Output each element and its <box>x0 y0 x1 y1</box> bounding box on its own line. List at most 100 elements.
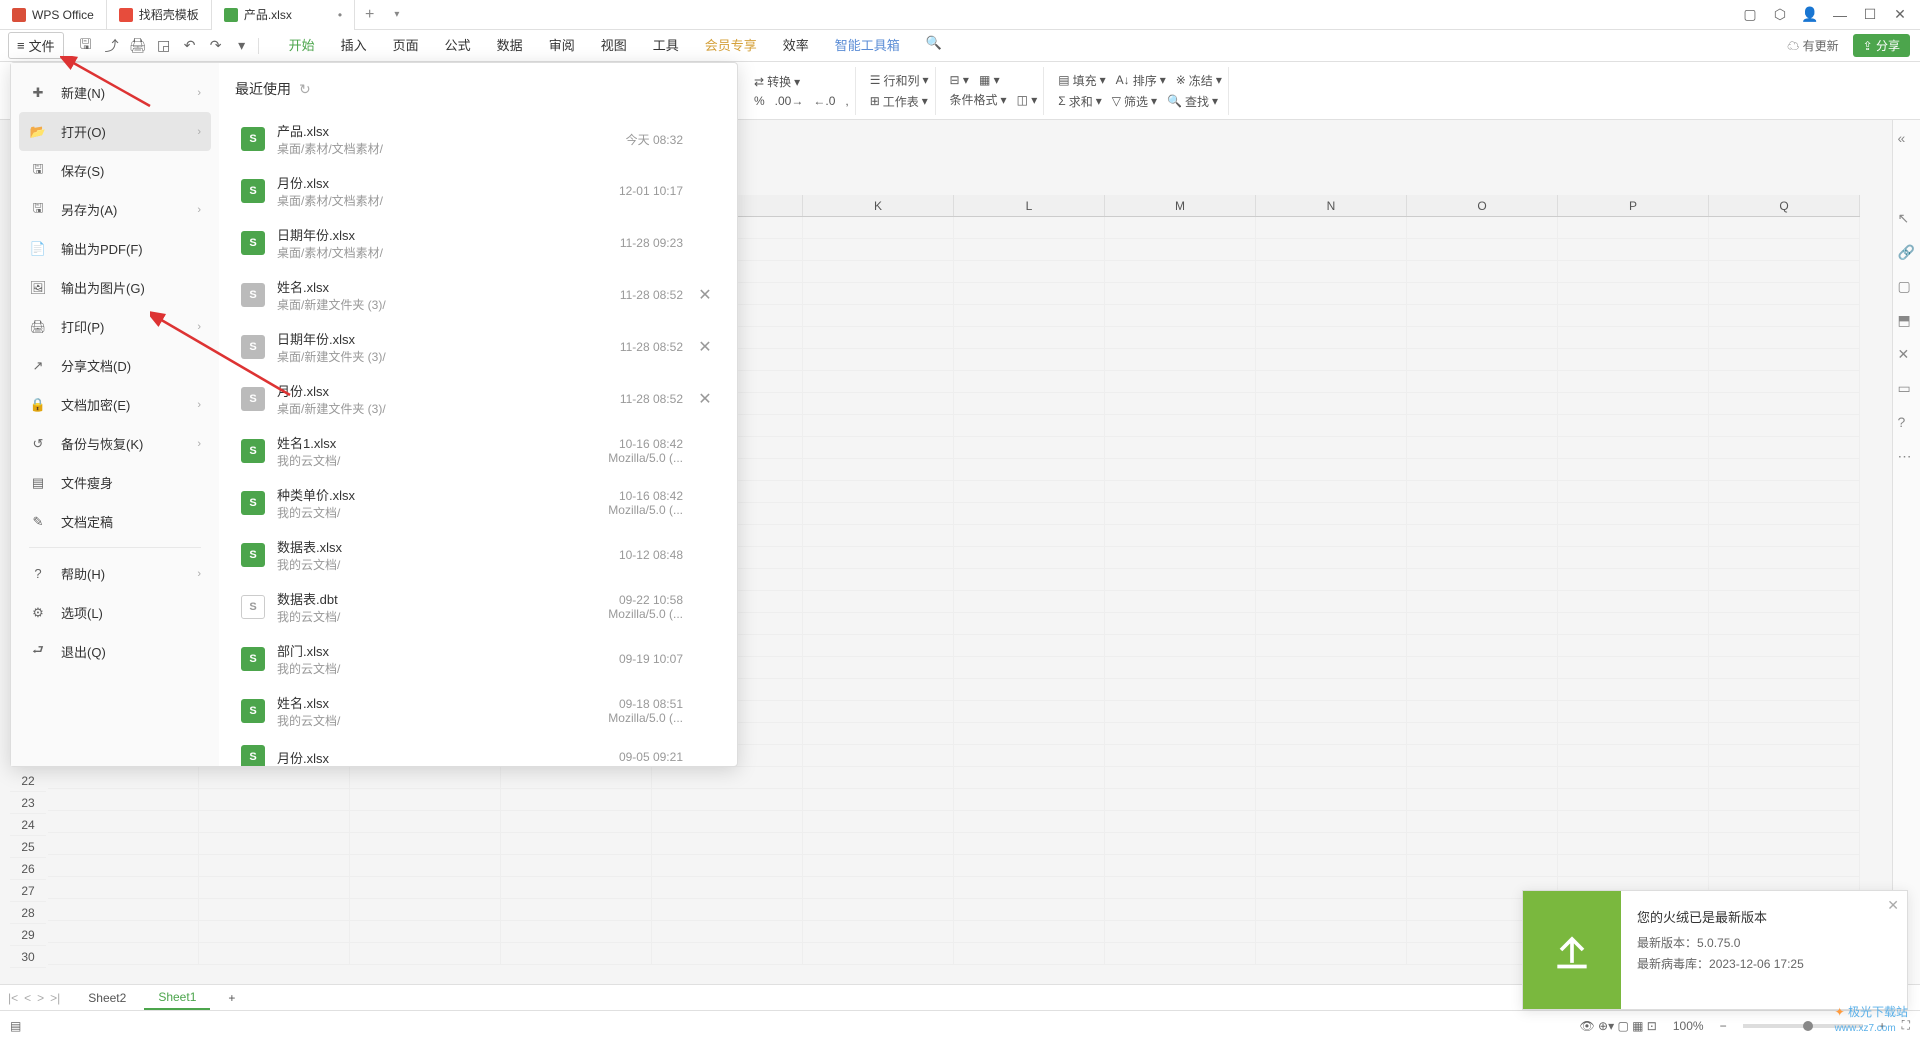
sheet-nav-last[interactable]: >| <box>50 991 60 1005</box>
file-menu-pdf[interactable]: 📄输出为PDF(F) <box>11 229 219 268</box>
add-sheet-button[interactable]: + <box>214 987 249 1009</box>
style-icon[interactable]: ⬒ <box>1898 312 1916 330</box>
cube-icon[interactable]: ⬡ <box>1766 3 1794 27</box>
recent-file-item[interactable]: S 种类单价.xlsx我的云文档/ 10-16 08:42Mozilla/5.0… <box>235 477 721 529</box>
recent-file-item[interactable]: S 产品.xlsx桌面/素材/文档素材/ 今天 08:32 <box>235 113 721 165</box>
col-header[interactable]: K <box>803 195 954 216</box>
tab-data[interactable]: 数据 <box>485 29 535 62</box>
recent-file-item[interactable]: S 月份.xlsx桌面/素材/文档素材/ 12-01 10:17 <box>235 165 721 217</box>
more-icon[interactable]: ⋯ <box>1898 448 1916 466</box>
row-header[interactable]: 28 <box>10 902 46 924</box>
col-header[interactable]: M <box>1105 195 1256 216</box>
tab-view[interactable]: 视图 <box>589 29 639 62</box>
add-tab-button[interactable]: + <box>355 6 384 24</box>
bookmark-icon[interactable]: ▭ <box>1898 380 1916 398</box>
convert-button[interactable]: ⇄ 转换 ▾ <box>754 73 800 90</box>
recent-file-item[interactable]: S 月份.xlsx桌面/新建文件夹 (3)/ 11-28 08:52 ✕ <box>235 373 721 425</box>
tab-member[interactable]: 会员专享 <box>693 29 769 62</box>
recent-file-item[interactable]: S 日期年份.xlsx桌面/素材/文档素材/ 11-28 09:23 <box>235 217 721 269</box>
file-menu-final[interactable]: ✎文档定稿 <box>11 502 219 541</box>
zoom-value[interactable]: 100% <box>1673 1019 1704 1033</box>
row-header[interactable]: 22 <box>10 770 46 792</box>
dec-decimal-button[interactable]: ←.0 <box>813 94 835 108</box>
link-icon[interactable]: 🔗 <box>1898 244 1916 262</box>
toast-close-button[interactable]: ✕ <box>1887 897 1899 914</box>
close-window-button[interactable]: ✕ <box>1886 3 1914 27</box>
share-button[interactable]: ⇪ 分享 <box>1853 34 1910 57</box>
recent-file-item[interactable]: S 日期年份.xlsx桌面/新建文件夹 (3)/ 11-28 08:52 ✕ <box>235 321 721 373</box>
file-menu-plus[interactable]: ✚新建(N)› <box>11 73 219 112</box>
file-menu-button[interactable]: ≡文件 <box>8 32 64 59</box>
tab-tools[interactable]: 工具 <box>641 29 691 62</box>
expand-icon[interactable]: « <box>1898 130 1916 148</box>
refresh-icon[interactable]: ↻ <box>299 81 311 98</box>
help-sidebar-icon[interactable]: ? <box>1898 414 1916 432</box>
row-header[interactable]: 23 <box>10 792 46 814</box>
appwin-icon[interactable]: ▢ <box>1736 3 1764 27</box>
tab-dropdown-icon[interactable]: ▾ <box>384 9 409 20</box>
redo-icon[interactable]: ↷ <box>208 38 224 54</box>
row-header[interactable]: 25 <box>10 836 46 858</box>
file-menu-backup[interactable]: ↺备份与恢复(K)› <box>11 424 219 463</box>
tab-formula[interactable]: 公式 <box>433 29 483 62</box>
maximize-button[interactable]: ☐ <box>1856 3 1884 27</box>
file-menu-folder[interactable]: 📂打开(O)› <box>19 112 211 151</box>
worksheet-button[interactable]: ⊞ 工作表 ▾ <box>870 93 928 110</box>
preview-icon[interactable]: ◲ <box>156 38 172 54</box>
avatar-icon[interactable]: 👤 <box>1796 3 1824 27</box>
file-menu-exit[interactable]: ⮐退出(Q) <box>11 632 219 671</box>
file-menu-help[interactable]: ?帮助(H)› <box>11 554 219 593</box>
freeze-button[interactable]: ※ 冻结 ▾ <box>1176 72 1222 89</box>
col-header[interactable]: O <box>1407 195 1558 216</box>
view-icons[interactable]: 👁 ⊕▾ ▢ ▦ ⊡ <box>1579 1019 1656 1033</box>
tab-document[interactable]: 产品.xlsx• <box>212 0 355 30</box>
recent-file-item[interactable]: S 数据表.dbt我的云文档/ 09-22 10:58Mozilla/5.0 (… <box>235 581 721 633</box>
file-menu-gear[interactable]: ⚙选项(L) <box>11 593 219 632</box>
tab-efficiency[interactable]: 效率 <box>771 29 821 62</box>
recent-file-item[interactable]: S 月份.xlsx 09-05 09:21 <box>235 737 721 766</box>
search-icon[interactable]: 🔍 <box>914 29 954 62</box>
file-menu-compress[interactable]: ▤文件瘦身 <box>11 463 219 502</box>
row-header[interactable]: 29 <box>10 924 46 946</box>
sheet-tab-sheet2[interactable]: Sheet2 <box>74 987 140 1009</box>
file-menu-image[interactable]: 🖼输出为图片(G) <box>11 268 219 307</box>
sheet-tab-sheet1[interactable]: Sheet1 <box>144 986 210 1010</box>
merge-button[interactable]: ⊟ ▾ <box>950 73 969 87</box>
sum-button[interactable]: Σ 求和 ▾ <box>1058 93 1101 110</box>
cellstyle-button[interactable]: ▦ ▾ <box>979 73 1000 87</box>
col-header[interactable]: L <box>954 195 1105 216</box>
tools-icon[interactable]: ✕ <box>1898 346 1916 364</box>
fill-button[interactable]: ▤ 填充 ▾ <box>1058 72 1105 89</box>
undo-icon[interactable]: ↶ <box>182 38 198 54</box>
remove-recent-icon[interactable]: ✕ <box>695 389 715 409</box>
status-mode-icon[interactable]: ▤ <box>10 1019 21 1033</box>
tab-templates[interactable]: 找稻壳模板 <box>107 0 212 30</box>
tab-page[interactable]: 页面 <box>381 29 431 62</box>
saveas-qat-icon[interactable]: ⤴ <box>104 38 120 54</box>
tab-wps-home[interactable]: WPS Office <box>0 0 107 30</box>
zoom-out-button[interactable]: − <box>1720 1019 1727 1033</box>
sheet-nav-first[interactable]: |< <box>8 991 18 1005</box>
tab-home[interactable]: 开始 <box>277 29 327 62</box>
print-icon[interactable]: 🖨 <box>130 38 146 54</box>
find-button[interactable]: 🔍 查找 ▾ <box>1167 93 1218 110</box>
inc-decimal-button[interactable]: .00→ <box>775 94 804 108</box>
row-header[interactable]: 30 <box>10 946 46 968</box>
col-header[interactable]: P <box>1558 195 1709 216</box>
remove-recent-icon[interactable]: ✕ <box>695 285 715 305</box>
select-icon[interactable]: ↖ <box>1898 210 1916 228</box>
panel-icon[interactable]: ▢ <box>1898 278 1916 296</box>
row-header[interactable]: 24 <box>10 814 46 836</box>
qat-dropdown-icon[interactable]: ▾ <box>234 38 250 54</box>
border-button[interactable]: ◫ ▾ <box>1017 93 1038 107</box>
col-header[interactable]: Q <box>1709 195 1860 216</box>
filter-button[interactable]: ▽ 筛选 ▾ <box>1112 93 1157 110</box>
tab-insert[interactable]: 插入 <box>329 29 379 62</box>
thousands-button[interactable]: , <box>845 94 848 108</box>
recent-file-item[interactable]: S 数据表.xlsx我的云文档/ 10-12 08:48 <box>235 529 721 581</box>
sheet-nav-prev[interactable]: < <box>24 991 31 1005</box>
remove-recent-icon[interactable]: ✕ <box>695 337 715 357</box>
percent-button[interactable]: % <box>754 94 765 108</box>
condformat-button[interactable]: 条件格式 ▾ <box>950 91 1007 108</box>
minimize-button[interactable]: — <box>1826 3 1854 27</box>
